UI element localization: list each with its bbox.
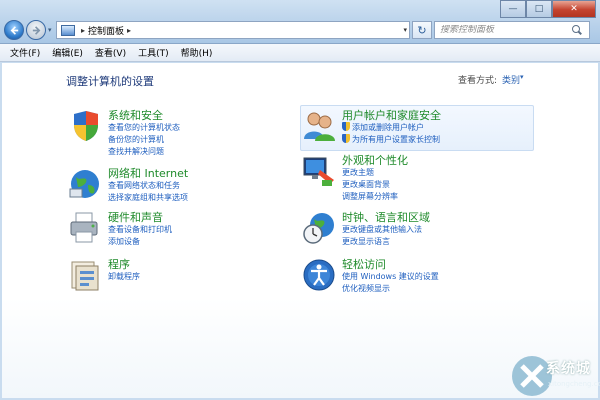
- watermark-url: xitongcheng.com: [548, 380, 600, 388]
- category-title[interactable]: 轻松访问: [342, 256, 386, 272]
- shield-computer-icon: [74, 111, 98, 141]
- category-system-security: 系统和安全 查看您的计算机状态 备份您的计算机 查找并解决问题: [68, 107, 288, 157]
- close-button[interactable]: ✕: [552, 0, 596, 18]
- control-panel-icon: [61, 24, 75, 36]
- category-title[interactable]: 网络和 Internet: [108, 165, 188, 181]
- menu-help[interactable]: 帮助(H): [175, 46, 219, 59]
- link-change-keyboard[interactable]: 更改键盘或其他输入法: [342, 224, 422, 235]
- uac-shield-icon: [342, 134, 350, 143]
- link-change-display-language[interactable]: 更改显示语言: [342, 236, 390, 247]
- maximize-button[interactable]: □: [526, 0, 552, 18]
- category-appearance: 外观和个性化 更改主题 更改桌面背景 调整屏幕分辨率: [302, 152, 532, 202]
- category-title[interactable]: 系统和安全: [108, 107, 163, 123]
- menu-file[interactable]: 文件(F): [4, 46, 46, 59]
- link-devices-printers[interactable]: 查看设备和打印机: [108, 224, 172, 235]
- menu-tools[interactable]: 工具(T): [132, 46, 175, 59]
- link-windows-recommended[interactable]: 使用 Windows 建议的设置: [342, 271, 439, 282]
- link-change-theme[interactable]: 更改主题: [342, 167, 374, 178]
- users-icon: [304, 112, 335, 141]
- view-by-label: 查看方式:: [458, 76, 498, 86]
- history-dropdown[interactable]: ▾: [48, 26, 56, 34]
- category-hardware-sound: 硬件和声音 查看设备和打印机 添加设备: [68, 209, 288, 249]
- link-view-network-status[interactable]: 查看网络状态和任务: [108, 180, 180, 191]
- uac-shield-icon: [342, 122, 350, 131]
- content-area: 调整计算机的设置 查看方式: 类别 ▾ 系统和安全 查看您的计算机状态 备份您的…: [2, 63, 598, 398]
- category-title[interactable]: 外观和个性化: [342, 152, 408, 168]
- ease-of-access-icon: [303, 259, 335, 291]
- address-bar[interactable]: ▸ 控制面板 ▸ ▾: [56, 21, 410, 39]
- link-parental-controls[interactable]: 为所有用户设置家长控制: [342, 134, 440, 145]
- refresh-button[interactable]: ↻: [412, 21, 432, 39]
- link-find-fix-problems[interactable]: 查找并解决问题: [108, 146, 164, 157]
- chevron-down-icon[interactable]: ▾: [520, 73, 524, 81]
- link-add-device[interactable]: 添加设备: [108, 236, 140, 247]
- link-uninstall-program[interactable]: 卸载程序: [108, 271, 140, 282]
- link-homegroup-sharing[interactable]: 选择家庭组和共享选项: [108, 192, 188, 203]
- category-title[interactable]: 用户帐户和家庭安全: [342, 107, 441, 123]
- link-backup-computer[interactable]: 备份您的计算机: [108, 134, 164, 145]
- link-screen-resolution[interactable]: 调整屏幕分辨率: [342, 191, 398, 202]
- menu-bar: 文件(F) 编辑(E) 查看(V) 工具(T) 帮助(H): [0, 44, 600, 62]
- category-title[interactable]: 硬件和声音: [108, 209, 163, 225]
- category-user-accounts: 用户帐户和家庭安全 添加或删除用户帐户 为所有用户设置家长控制: [302, 107, 532, 147]
- link-add-remove-users[interactable]: 添加或删除用户帐户: [342, 122, 424, 133]
- minimize-button[interactable]: —: [500, 0, 526, 18]
- search-input[interactable]: [435, 25, 571, 35]
- view-by-dropdown[interactable]: 类别: [502, 73, 520, 86]
- breadcrumb-control-panel[interactable]: 控制面板: [88, 24, 124, 37]
- monitor-palette-icon: [303, 157, 334, 186]
- category-clock-language: 时钟、语言和区域 更改键盘或其他输入法 更改显示语言: [302, 209, 532, 249]
- menu-edit[interactable]: 编辑(E): [46, 46, 89, 59]
- breadcrumb-separator[interactable]: ▸: [81, 26, 85, 35]
- arrow-left-icon: [10, 25, 18, 35]
- category-programs: 程序 卸载程序: [68, 256, 288, 292]
- network-globe-icon: [69, 170, 99, 198]
- search-box[interactable]: [434, 21, 590, 39]
- search-icon[interactable]: [571, 24, 583, 36]
- printer-icon: [70, 212, 98, 243]
- link-optimize-display[interactable]: 优化视频显示: [342, 283, 390, 294]
- window-controls: — □ ✕: [500, 0, 596, 18]
- category-network-internet: 网络和 Internet 查看网络状态和任务 选择家庭组和共享选项: [68, 165, 288, 205]
- breadcrumb-separator[interactable]: ▸: [127, 26, 131, 35]
- clock-globe-icon: [303, 213, 334, 244]
- link-view-computer-status[interactable]: 查看您的计算机状态: [108, 122, 180, 133]
- link-change-background[interactable]: 更改桌面背景: [342, 179, 390, 190]
- forward-button[interactable]: [26, 20, 46, 40]
- menu-view[interactable]: 查看(V): [89, 46, 132, 59]
- address-dropdown[interactable]: ▾: [403, 26, 407, 34]
- back-button[interactable]: [4, 20, 24, 40]
- category-ease-of-access: 轻松访问 使用 Windows 建议的设置 优化视频显示: [302, 256, 532, 296]
- category-title[interactable]: 程序: [108, 256, 130, 272]
- watermark-text: 系统城: [546, 361, 591, 377]
- category-title[interactable]: 时钟、语言和区域: [342, 209, 430, 225]
- page-title: 调整计算机的设置: [66, 75, 154, 88]
- programs-icon: [71, 261, 99, 291]
- arrow-right-icon: [32, 25, 40, 35]
